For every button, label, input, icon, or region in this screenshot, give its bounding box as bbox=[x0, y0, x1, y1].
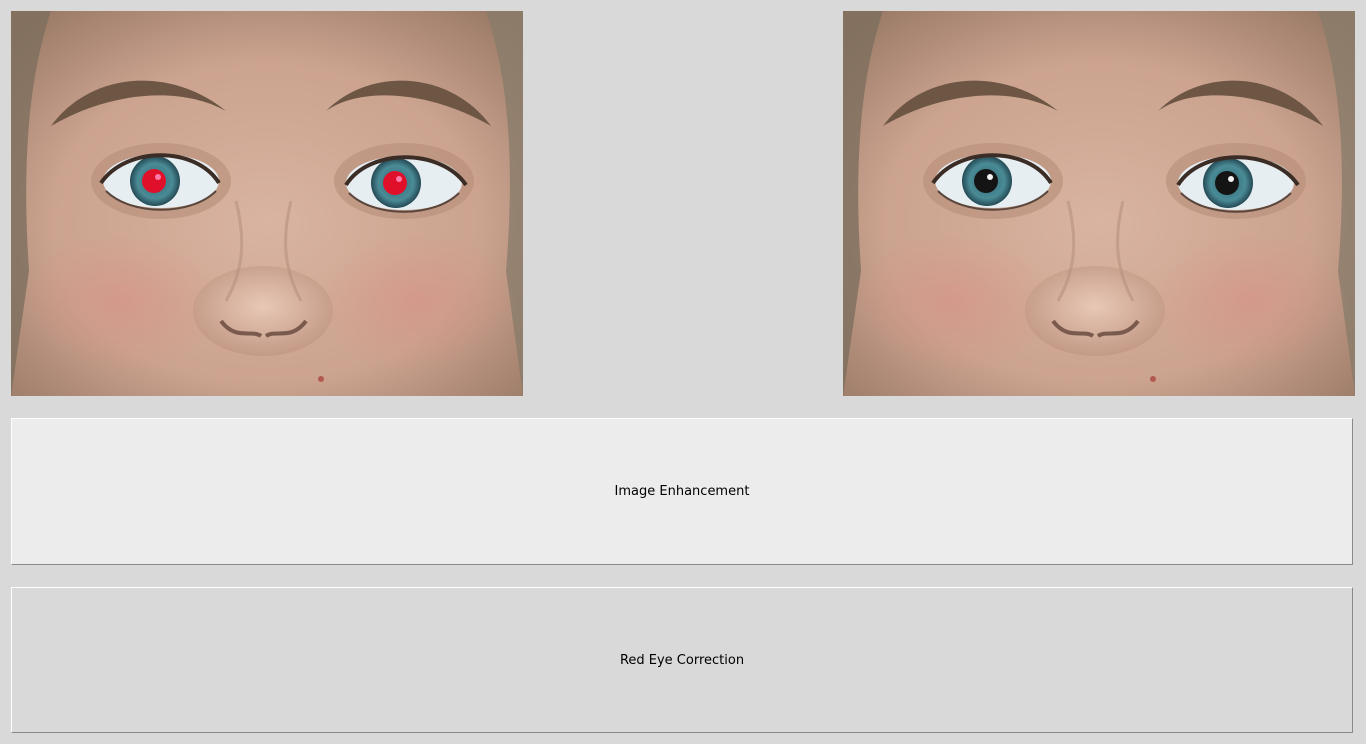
original-image bbox=[11, 11, 523, 396]
corrected-image bbox=[843, 11, 1355, 396]
app-window: Image Enhancement Red Eye Correction bbox=[0, 0, 1366, 744]
red-eye-correction-button[interactable]: Red Eye Correction bbox=[11, 587, 1353, 733]
image-enhancement-button[interactable]: Image Enhancement bbox=[11, 418, 1353, 565]
